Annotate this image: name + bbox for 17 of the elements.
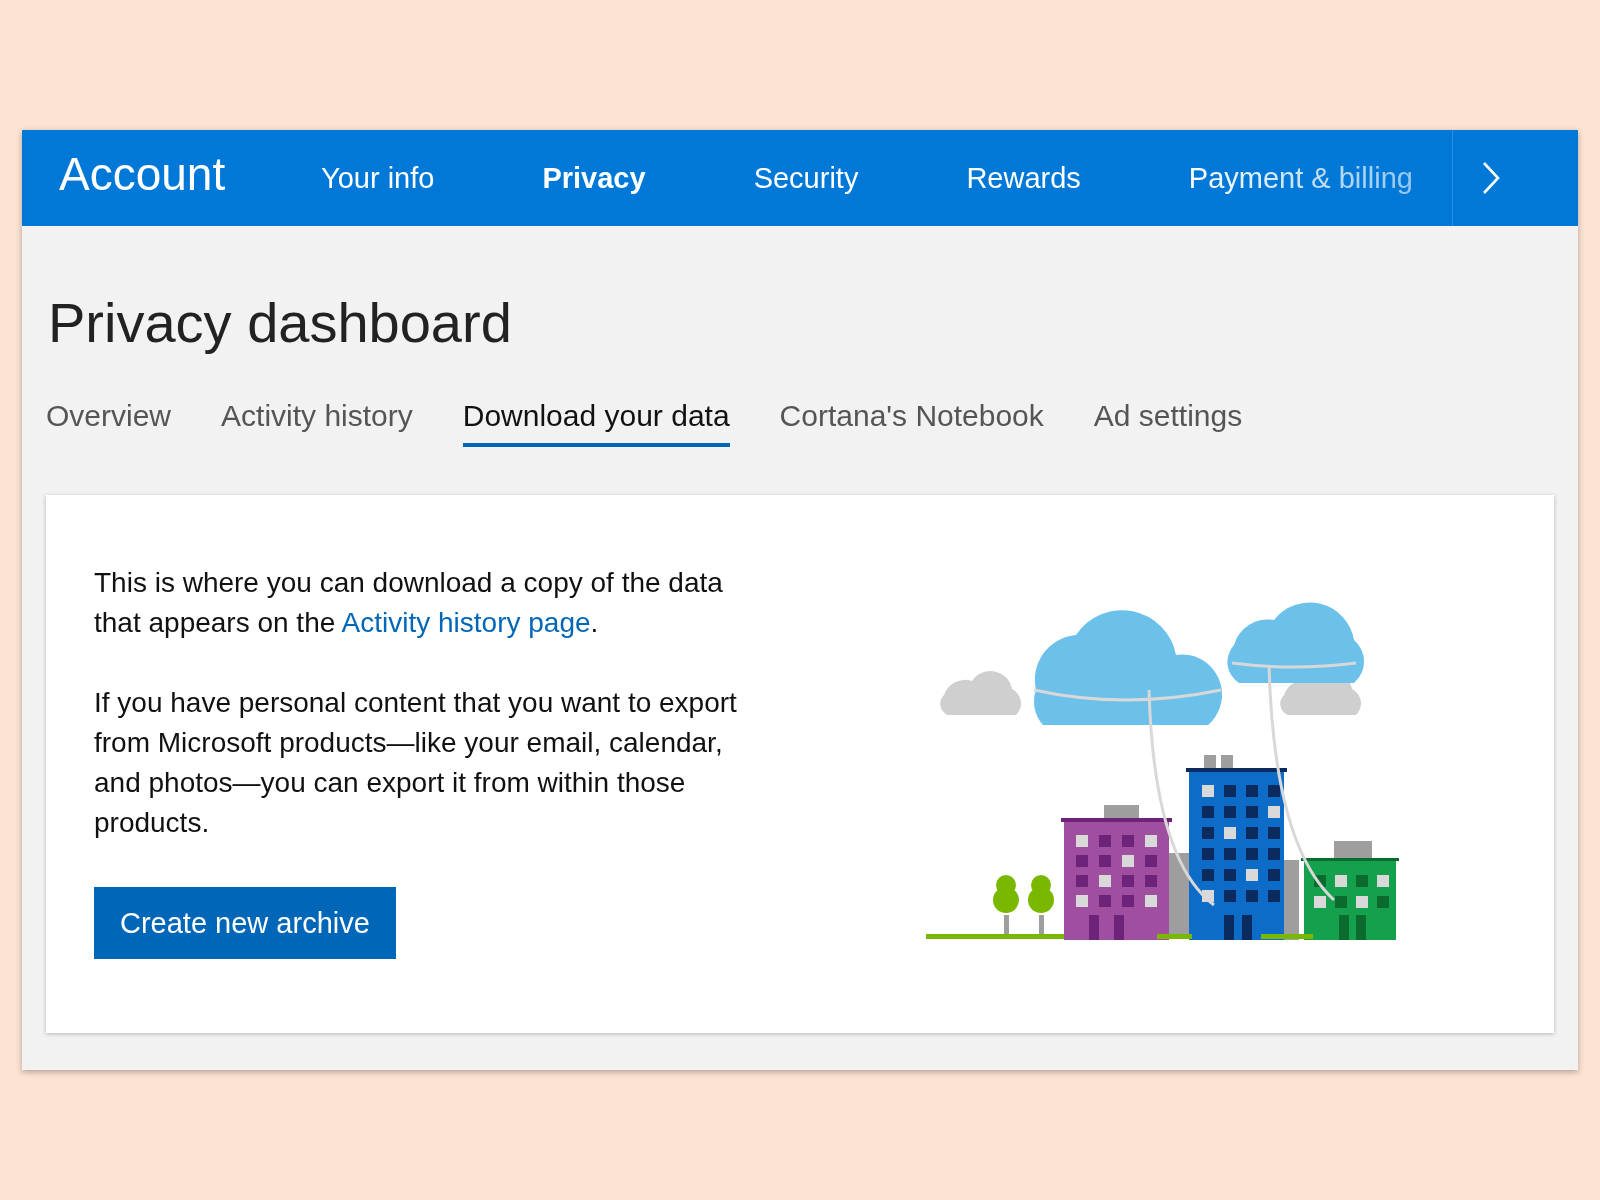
activity-history-link[interactable]: Activity history page — [341, 607, 591, 638]
tab[interactable]: Overview — [46, 399, 172, 447]
nav-link[interactable]: Payment & billing — [1188, 161, 1413, 195]
nav-link[interactable]: Security — [753, 161, 859, 195]
brand-title: Account — [59, 147, 227, 201]
nav-link[interactable]: Rewards — [966, 161, 1081, 195]
export-text: If you have personal content that you want to export from Microsoft products—like your email, calendar, and photos—you can export it from within those products. — [94, 686, 738, 840]
tab[interactable]: Download your data — [462, 399, 730, 447]
create-archive-button[interactable]: Create new archive — [94, 887, 396, 959]
tab[interactable]: Activity history — [221, 399, 413, 447]
tab[interactable]: Cortana's Notebook — [779, 399, 1044, 447]
intro-text: This is where you can download a copy of the data that appears on the Activity history page. — [94, 566, 724, 640]
nav-link[interactable]: Privacy — [542, 161, 646, 195]
chevron-right-icon — [1481, 161, 1501, 195]
nav-link[interactable]: Your info — [321, 161, 435, 195]
page-title: Privacy dashboard — [48, 290, 513, 355]
tab[interactable]: Ad settings — [1093, 399, 1243, 447]
